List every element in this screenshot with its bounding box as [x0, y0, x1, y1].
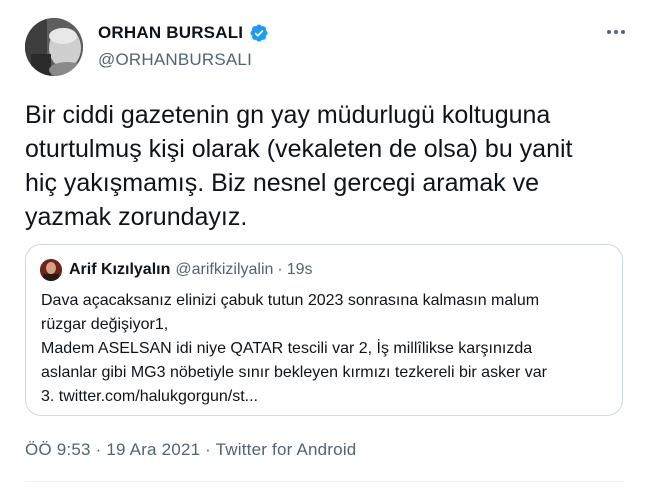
author-handle[interactable]: @ORHANBURSALI: [98, 50, 269, 70]
author-avatar-photo: [25, 18, 83, 76]
more-options-icon[interactable]: [604, 26, 628, 38]
author-info: ORHAN BURSALI @ORHANBURSALI: [98, 22, 269, 70]
tweet-text-line: yazmak zorundayız.: [25, 203, 248, 231]
quoted-author-handle: @arifkizilyalin: [175, 261, 274, 278]
author-avatar[interactable]: [25, 18, 83, 76]
quoted-text-line: Dava açacaksanız elinizi çabuk tutun 202…: [41, 292, 540, 309]
quoted-tweet-time: 19s: [286, 261, 313, 278]
verified-badge-icon: [250, 24, 268, 42]
quoted-text-line: rüzgar değişiyor1,: [41, 316, 169, 333]
tweet-text-line: Bir ciddi gazetenin gn yay müdurlugü kol…: [25, 101, 551, 129]
tweet-card: ORHAN BURSALI @ORHANBURSALI Bir ciddi ga…: [0, 0, 650, 490]
quoted-author-name: Arif Kızılyalın: [69, 261, 171, 278]
tweet-text-line: oturtulmuş kişi olarak (vekaleten de ols…: [25, 135, 573, 163]
quoted-text-line: 3. twitter.com/halukgorgun/st...: [41, 388, 258, 405]
tweet-timestamp-source[interactable]: ÖÖ 9:53 · 19 Ara 2021 · Twitter for Andr…: [25, 440, 356, 460]
tweet-text-line: hiç yakışmamış. Biz nesnel gercegi arama…: [25, 169, 540, 197]
author-name[interactable]: ORHAN BURSALI: [98, 23, 243, 43]
separator-dot: ·: [277, 261, 283, 278]
quoted-text-line: Madem ASELSAN idi niye QATAR tescili var…: [41, 340, 533, 357]
divider: [25, 481, 625, 482]
quoted-tweet-header: Arif Kızılyalın @arifkizilyalin · 19s: [40, 259, 313, 281]
quoted-tweet[interactable]: Arif Kızılyalın @arifkizilyalin · 19s Da…: [25, 244, 623, 416]
quoted-text-line: aslanlar gibi MG3 nöbetiyle sınır bekley…: [41, 364, 547, 381]
quoted-tweet-text: Dava açacaksanız elinizi çabuk tutun 202…: [41, 289, 616, 409]
tweet-text: Bir ciddi gazetenin gn yay müdurlugü kol…: [25, 98, 635, 234]
quoted-author-avatar: [40, 259, 62, 281]
